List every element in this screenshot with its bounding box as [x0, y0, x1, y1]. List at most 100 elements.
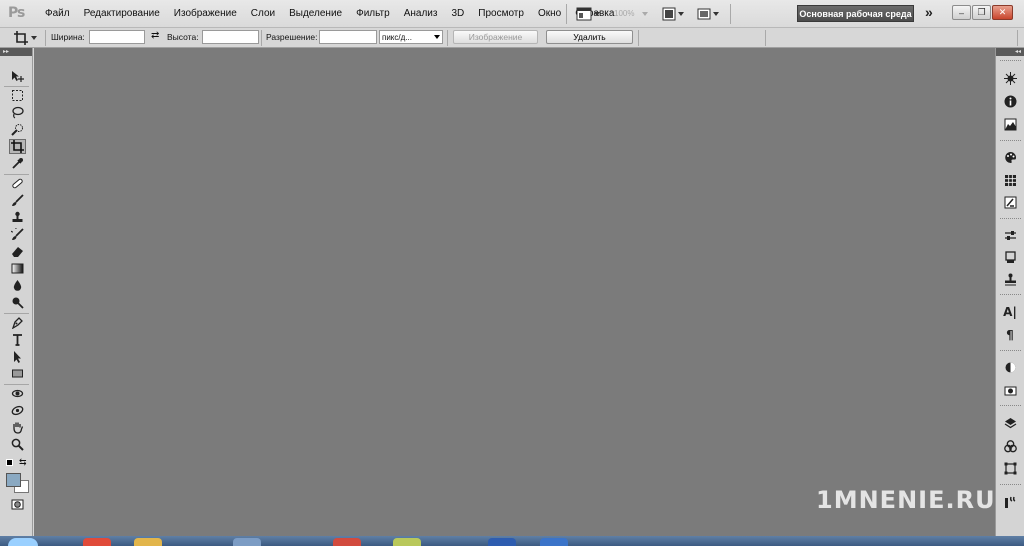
menu-layers[interactable]: Слои [244, 8, 282, 19]
type-icon [13, 334, 22, 346]
quick-selection-tool[interactable] [9, 122, 26, 137]
stamp-icon [12, 211, 23, 222]
more-workspaces-button[interactable]: » [925, 4, 933, 20]
taskbar-app[interactable] [488, 538, 516, 546]
arrange-documents-button[interactable] [662, 5, 684, 22]
default-colors-icon[interactable] [6, 459, 13, 466]
front-image-button[interactable]: Изображение [453, 30, 538, 44]
dodge-tool[interactable] [9, 295, 26, 310]
width-input[interactable] [89, 30, 145, 44]
watermark: 1MNENIE.RU [816, 486, 996, 514]
pen-tool[interactable] [9, 315, 26, 330]
spot-healing-tool[interactable] [9, 176, 26, 191]
color-panel-button[interactable] [1001, 149, 1019, 166]
dock-expand-button[interactable]: ◂◂ [996, 48, 1024, 56]
type-tool[interactable] [9, 332, 26, 347]
adjustments-panel-button[interactable] [1001, 227, 1019, 244]
clone-source-panel-button[interactable] [1001, 271, 1019, 288]
workspace-switcher[interactable]: Основная рабочая среда [797, 5, 914, 22]
channels-icon [1003, 440, 1017, 453]
3d-orbit-tool[interactable] [9, 403, 26, 418]
path-selection-tool[interactable] [9, 349, 26, 364]
brush-tool[interactable] [9, 193, 26, 208]
quick-selection-icon [11, 124, 23, 136]
screen-mode-button[interactable] [697, 5, 719, 22]
panel-dock: ◂◂ A| ¶ [995, 48, 1024, 536]
move-tool[interactable] [9, 69, 26, 84]
clear-button[interactable]: Удалить [546, 30, 633, 44]
paths-panel-button[interactable] [1001, 460, 1019, 477]
menu-filter[interactable]: Фильтр [349, 8, 397, 19]
swatches-panel-button[interactable] [1001, 172, 1019, 189]
eyedropper-tool[interactable] [9, 156, 26, 171]
windows-taskbar [0, 536, 1024, 546]
arrow-icon [14, 351, 21, 363]
eraser-tool[interactable] [9, 244, 26, 259]
zoom-tool[interactable] [9, 437, 26, 452]
layers-icon [1004, 418, 1016, 429]
menu-file[interactable]: Файл [38, 8, 77, 19]
marquee-tool[interactable] [9, 88, 26, 103]
options-bar: Ширина: ⇄ Высота: Разрешение: пикс/д... … [0, 28, 1024, 48]
menu-select[interactable]: Выделение [282, 8, 349, 19]
masks-panel-button[interactable] [1001, 249, 1019, 266]
minimize-button[interactable]: – [952, 5, 971, 20]
height-input[interactable] [202, 30, 259, 44]
styles-icon [1004, 196, 1016, 209]
zoom-level[interactable]: 100% [614, 9, 634, 18]
3d-panel-button[interactable] [1001, 359, 1019, 376]
foreground-color-swatch[interactable] [6, 473, 21, 487]
taskbar-app[interactable] [540, 538, 568, 546]
dodge-icon [12, 297, 24, 309]
3d-rotate-tool[interactable] [9, 386, 26, 401]
resolution-unit-value: пикс/д... [382, 32, 412, 42]
paragraph-panel-button[interactable]: ¶ [1001, 326, 1019, 343]
histogram-panel-button[interactable] [1001, 116, 1019, 133]
chevron-down-icon [713, 11, 719, 16]
taskbar-app[interactable] [134, 538, 162, 546]
menu-image[interactable]: Изображение [167, 8, 244, 19]
actions-panel-button[interactable] [1001, 494, 1019, 511]
navigator-panel-button[interactable] [1001, 70, 1019, 87]
orbit-3d-icon [11, 405, 24, 416]
layers-panel-button[interactable] [1001, 415, 1019, 432]
quick-mask-button[interactable] [9, 497, 26, 512]
start-button[interactable] [8, 538, 38, 546]
taskbar-app[interactable] [333, 538, 361, 546]
crop-tool[interactable] [9, 139, 26, 154]
menu-analysis[interactable]: Анализ [397, 8, 445, 19]
swap-colors-icon[interactable]: ⇆ [19, 457, 27, 468]
resolution-input[interactable] [319, 30, 377, 44]
restore-button[interactable]: ❐ [972, 5, 991, 20]
document-canvas-area[interactable]: 1MNENIE.RU [34, 48, 995, 536]
taskbar-app[interactable] [83, 538, 111, 546]
taskbar-app[interactable] [233, 538, 261, 546]
lasso-tool[interactable] [9, 105, 26, 120]
close-button[interactable]: ✕ [992, 5, 1013, 20]
rectangle-tool[interactable] [9, 366, 26, 381]
menu-3d[interactable]: 3D [444, 8, 471, 19]
styles-panel-button[interactable] [1001, 194, 1019, 211]
hand-tool[interactable] [9, 420, 26, 435]
brush-icon [12, 194, 24, 206]
camera-panel-button[interactable] [1001, 382, 1019, 399]
taskbar-app[interactable] [393, 538, 421, 546]
tool-preset-picker[interactable] [14, 31, 37, 45]
swap-icon[interactable]: ⇄ [151, 30, 159, 41]
actions-icon [1004, 496, 1015, 508]
tools-panel-collapse[interactable]: ▸▸ [0, 48, 32, 56]
menu-window[interactable]: Окно [531, 8, 568, 19]
history-brush-tool[interactable] [9, 227, 26, 242]
character-panel-button[interactable]: A| [1001, 303, 1019, 320]
channels-panel-button[interactable] [1001, 438, 1019, 455]
gradient-tool[interactable] [9, 261, 26, 276]
info-panel-button[interactable] [1001, 93, 1019, 110]
menu-view[interactable]: Просмотр [471, 8, 531, 19]
clone-source-icon [1004, 273, 1016, 286]
launch-bridge-button[interactable] [576, 5, 600, 22]
clone-stamp-tool[interactable] [9, 210, 26, 225]
menu-edit[interactable]: Редактирование [77, 8, 167, 19]
eyedropper-icon [12, 158, 23, 169]
resolution-unit-select[interactable]: пикс/д... [379, 30, 443, 44]
blur-tool[interactable] [9, 278, 26, 293]
